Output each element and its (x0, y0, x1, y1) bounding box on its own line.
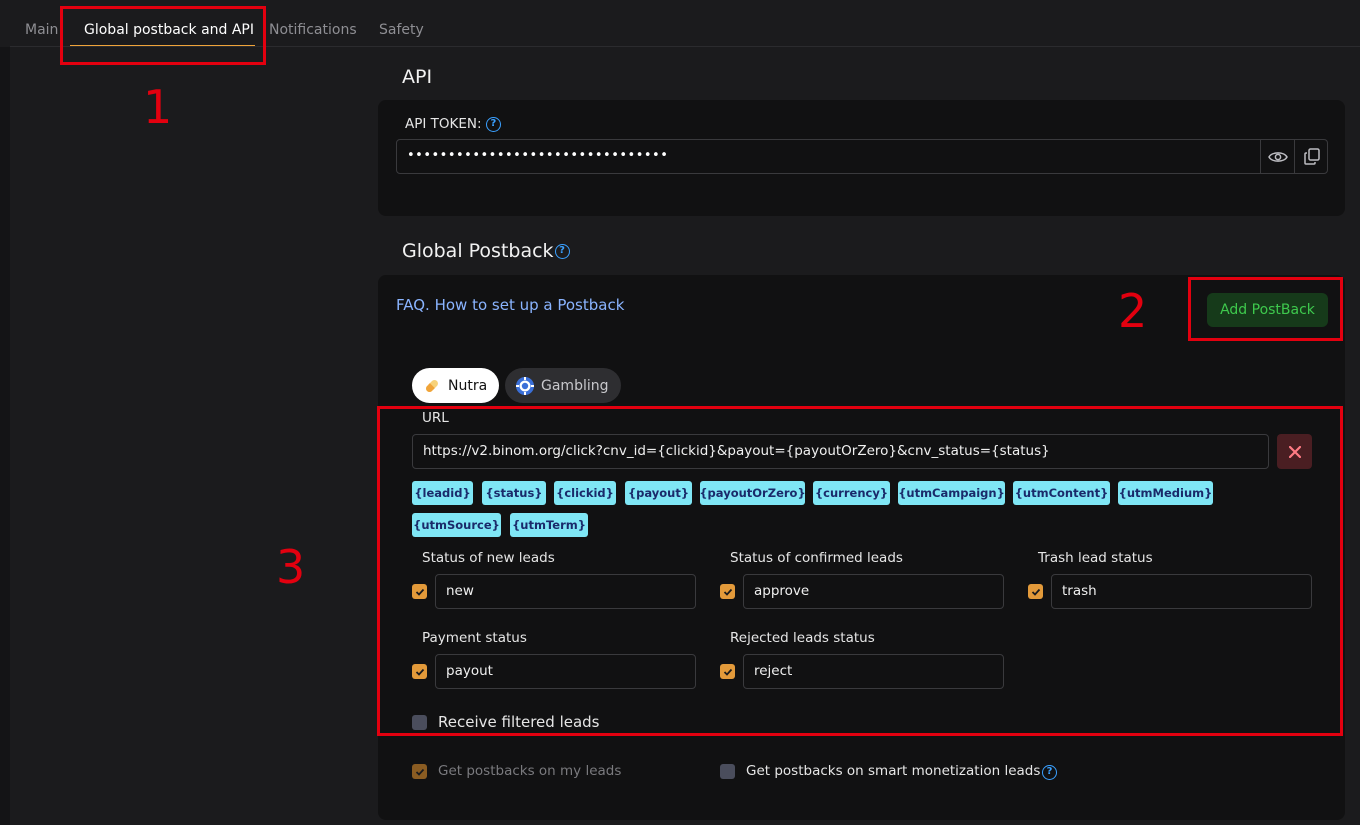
show-token-button[interactable] (1260, 140, 1294, 173)
my-leads-label: Get postbacks on my leads (438, 763, 622, 779)
api-token-field[interactable]: •••••••••••••••••••••••••••••••• (396, 139, 1328, 174)
postback-section-title: Global Postback? (402, 240, 570, 262)
tab-main[interactable]: Main (25, 22, 58, 38)
casino-chip-icon (515, 376, 535, 396)
help-icon[interactable]: ? (554, 244, 570, 259)
annotation-number-2: 2 (1118, 284, 1148, 338)
vertical-tab-gambling[interactable]: Gambling (505, 368, 621, 403)
postback-title-text: Global Postback (402, 240, 554, 262)
api-token-label: API TOKEN: ? (405, 116, 501, 132)
annotation-box-1 (60, 6, 266, 65)
api-token-label-text: API TOKEN: (405, 116, 482, 132)
vertical-tab-nutra[interactable]: Nutra (412, 368, 500, 403)
tab-notifications[interactable]: Notifications (269, 22, 357, 38)
left-rail (0, 47, 10, 825)
annotation-number-1: 1 (143, 80, 173, 134)
annotation-number-3: 3 (276, 540, 306, 594)
vertical-label: Nutra (448, 377, 488, 394)
vertical-label: Gambling (541, 377, 609, 394)
tab-safety[interactable]: Safety (379, 22, 424, 38)
smart-leads-label: Get postbacks on smart monetization lead… (746, 763, 1041, 779)
help-icon[interactable]: ? (485, 116, 501, 132)
api-token-value: •••••••••••••••••••••••••••••••• (407, 148, 669, 163)
check-icon (415, 768, 424, 776)
annotation-box-2 (1188, 277, 1343, 341)
help-icon[interactable]: ? (1042, 765, 1057, 780)
copy-token-button[interactable] (1294, 140, 1328, 173)
smart-leads-checkbox[interactable] (720, 764, 735, 779)
my-leads-checkbox[interactable] (412, 764, 427, 779)
api-section-title: API (402, 66, 433, 88)
annotation-box-3 (377, 406, 1343, 736)
copy-icon (1303, 148, 1320, 165)
eye-icon (1267, 151, 1288, 162)
faq-postback-link[interactable]: FAQ. How to set up a Postback (396, 296, 624, 314)
left-panel (10, 47, 378, 825)
pill-icon (422, 376, 442, 396)
